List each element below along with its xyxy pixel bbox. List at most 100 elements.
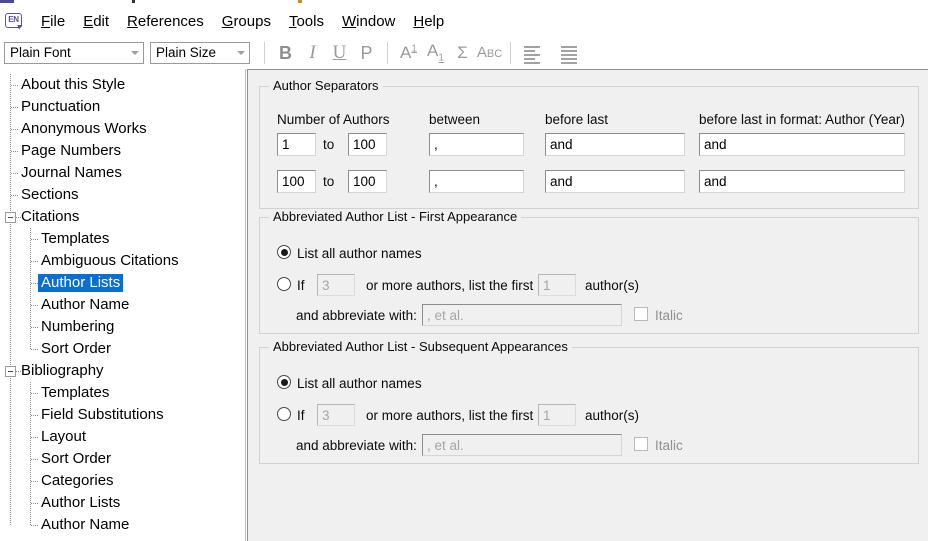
subsequent-list-all-radio[interactable]	[277, 375, 291, 389]
tree-guide-line	[16, 360, 30, 382]
first-appearance-list-all-radio[interactable]	[277, 245, 291, 259]
size-select-value: Plain Size	[156, 45, 217, 60]
spell-check-button[interactable]: ABC	[476, 40, 503, 66]
separator-row-1-between-input[interactable]: ,	[429, 170, 524, 193]
subsequent-if-count-input[interactable]: 3	[317, 404, 355, 426]
tree-guide-line	[4, 514, 18, 536]
subscript-button[interactable]: A1	[422, 40, 449, 66]
separator-row-1-from-input[interactable]: 100	[277, 170, 316, 193]
tree-item-sections[interactable]: Sections	[0, 184, 245, 206]
tree-guide-line	[24, 404, 38, 426]
separator-row-0-between-input[interactable]: ,	[429, 133, 524, 156]
subsequent-italic-checkbox[interactable]	[634, 437, 648, 451]
chevron-down-icon	[127, 43, 143, 63]
subsequent-first-count-input[interactable]: 1	[538, 404, 576, 426]
first-appearance-if-radio[interactable]	[277, 277, 291, 291]
first-appearance-abbreviate-label: and abbreviate with:	[296, 308, 417, 323]
first-appearance-italic-checkbox[interactable]	[634, 307, 648, 321]
menu-edit[interactable]: Edit	[74, 10, 118, 33]
tree-guide-line	[4, 404, 18, 426]
tree-item-templates[interactable]: Templates	[0, 382, 245, 404]
tree-item-label: Sections	[21, 186, 79, 203]
menu-references[interactable]: References	[118, 10, 213, 33]
tree-guide-line	[4, 118, 18, 140]
tree-item-author-name[interactable]: Author Name	[0, 514, 245, 536]
tree-collapse-icon[interactable]	[5, 212, 16, 223]
tree-item-author-lists[interactable]: Author Lists	[0, 492, 245, 514]
style-sections-tree[interactable]: About this Style Punctuation Anonymous Wor…	[0, 69, 246, 541]
first-appearance-if-count-input[interactable]: 3	[317, 274, 355, 296]
subsequent-if-label: If	[297, 408, 305, 423]
tree-item-label: Templates	[41, 384, 110, 401]
tree-guide-line	[4, 492, 18, 514]
tree-item-about-this-style[interactable]: About this Style	[0, 74, 245, 96]
tree-item-ambiguous-citations[interactable]: Ambiguous Citations	[0, 250, 245, 272]
menu-help[interactable]: Help	[404, 10, 453, 33]
tree-item-citations[interactable]: Citations	[0, 206, 245, 228]
tree-guide-line	[24, 338, 38, 360]
tree-item-author-name[interactable]: Author Name	[0, 294, 245, 316]
tree-item-label: Layout	[41, 428, 87, 445]
tree-item-layout[interactable]: Layout	[0, 426, 245, 448]
tree-item-label: Author Name	[41, 296, 130, 313]
chrome-fragment-left	[0, 0, 14, 3]
subsequent-italic-label: Italic	[655, 438, 683, 453]
tree-item-categories[interactable]: Categories	[0, 470, 245, 492]
subsequent-abbreviate-input[interactable]: , et al.	[422, 434, 622, 456]
font-select[interactable]: Plain Font	[4, 41, 144, 64]
tree-item-field-substitutions[interactable]: Field Substitutions	[0, 404, 245, 426]
tree-item-label: Anonymous Works	[21, 120, 147, 137]
toolbar-divider	[264, 41, 265, 64]
align-justify-button[interactable]	[555, 40, 582, 66]
italic-button[interactable]: I	[299, 40, 326, 66]
separator-row-0-to-input[interactable]: 100	[348, 133, 387, 156]
bold-button[interactable]: B	[272, 40, 299, 66]
tree-guide-line	[4, 228, 18, 250]
tree-item-anonymous-works[interactable]: Anonymous Works	[0, 118, 245, 140]
separator-row-1-to-label: to	[323, 174, 335, 189]
size-select[interactable]: Plain Size	[150, 41, 250, 64]
tree-item-bibliography[interactable]: Bibliography	[0, 360, 245, 382]
plain-format-button[interactable]: P	[353, 40, 380, 66]
subsequent-or-more-label: or more authors, list the first	[366, 408, 534, 423]
tree-collapse-icon[interactable]	[5, 366, 16, 377]
menu-tools[interactable]: Tools	[280, 10, 333, 33]
separator-row-1-before-last-format-input[interactable]: and	[699, 170, 905, 193]
tree-item-label: Punctuation	[21, 98, 101, 115]
subsequent-abbreviate-label: and abbreviate with:	[296, 438, 417, 453]
toolbar-divider	[387, 41, 388, 64]
separator-row-0-before-last-format-input[interactable]: and	[699, 133, 905, 156]
format-toolbar: Plain Font Plain Size B I U P A1 A1 Σ AB…	[0, 36, 928, 70]
separator-row-1-before-last-input[interactable]: and	[545, 170, 685, 193]
first-appearance-if-label: If	[297, 278, 305, 293]
author-separators-group: Author Separators Number of Authors betw…	[259, 78, 919, 209]
subsequent-appearances-group: Abbreviated Author List - Subsequent App…	[259, 339, 919, 464]
tree-item-label: Templates	[41, 230, 110, 247]
tree-item-templates[interactable]: Templates	[0, 228, 245, 250]
subsequent-if-radio[interactable]	[277, 407, 291, 421]
separator-row-0-before-last-input[interactable]: and	[545, 133, 685, 156]
insert-symbol-button[interactable]: Σ	[449, 40, 476, 66]
tree-item-sort-order[interactable]: Sort Order	[0, 448, 245, 470]
superscript-button[interactable]: A1	[395, 40, 422, 66]
first-appearance-abbreviate-input[interactable]: , et al.	[422, 304, 622, 326]
tree-item-journal-names[interactable]: Journal Names	[0, 162, 245, 184]
tree-item-page-numbers[interactable]: Page Numbers	[0, 140, 245, 162]
tree-guide-line	[24, 250, 38, 272]
menu-window[interactable]: Window	[333, 10, 404, 33]
underline-button[interactable]: U	[326, 40, 353, 66]
tree-item-numbering[interactable]: Numbering	[0, 316, 245, 338]
chrome-fragment-mid	[132, 0, 135, 3]
tree-item-label: Sort Order	[41, 450, 112, 467]
body-area: About this Style Punctuation Anonymous Wor…	[0, 69, 928, 541]
menu-groups[interactable]: Groups	[213, 10, 280, 33]
align-left-button[interactable]	[518, 40, 545, 66]
tree-item-author-lists[interactable]: Author Lists	[0, 272, 245, 294]
menu-file[interactable]: File	[32, 10, 74, 33]
separator-row-0-from-input[interactable]: 1	[277, 133, 316, 156]
separator-row-1-to-input[interactable]: 100	[348, 170, 387, 193]
first-appearance-first-count-input[interactable]: 1	[538, 274, 576, 296]
endnote-logo-text: EN	[8, 15, 19, 24]
tree-item-punctuation[interactable]: Punctuation	[0, 96, 245, 118]
tree-item-sort-order[interactable]: Sort Order	[0, 338, 245, 360]
